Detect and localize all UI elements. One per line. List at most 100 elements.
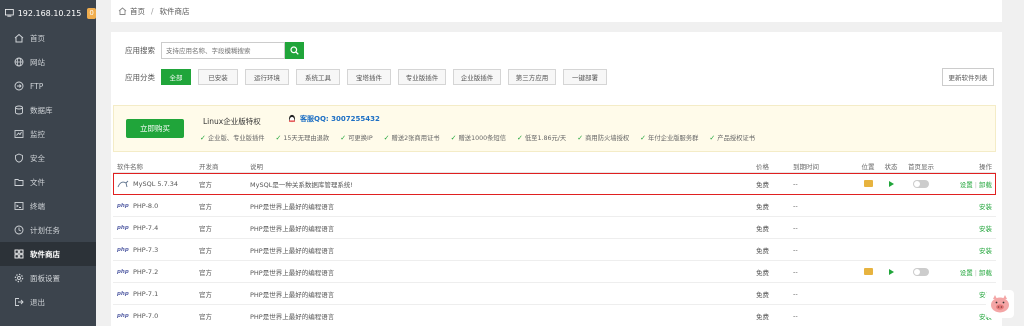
promo-features: ✓ 企业版、专业版插件 ✓ 15天无理由退款 ✓ 可更换IP ✓ 赠送2张商用证书 ✓ 赠送100… — [200, 133, 766, 143]
cell-dev: 官方 — [199, 246, 212, 255]
table-row: phpPHP-7.1官方PHP是世界上最好的编程语言免费--安装 — [113, 283, 996, 305]
search-label: 应用搜索 — [125, 46, 155, 55]
op-primary-link[interactable]: 安装 — [979, 225, 992, 233]
software-name: MySQL 5.7.34 — [133, 179, 179, 188]
promo-feature-text: 低至1.86元/天 — [524, 135, 567, 142]
category-button-1[interactable]: 已安装 — [198, 69, 238, 85]
category-button-2[interactable]: 运行环境 — [245, 69, 289, 85]
cell-price: 免费 — [756, 180, 769, 189]
cell-expire: -- — [793, 267, 798, 276]
sidebar-item-1[interactable]: 网站 — [0, 50, 96, 74]
sidebar-item-11[interactable]: 退出 — [0, 290, 96, 314]
home-icon — [13, 32, 25, 44]
cell-dev: 官方 — [199, 268, 212, 277]
breadcrumb-current: 软件商店 — [159, 6, 190, 16]
folder-icon — [13, 176, 25, 188]
sidebar-item-9[interactable]: 软件商店 — [0, 242, 96, 266]
check-icon: ✓ — [383, 133, 390, 142]
sidebar: 192.168.10.215 0 首页 网站 FTP 数据库 监控 安全 文件 终端 计划任务软… — [0, 0, 96, 326]
breadcrumb: 首页 / 软件商店 — [111, 0, 1002, 22]
search-button[interactable] — [285, 42, 304, 59]
sidebar-item-label: 文件 — [30, 177, 45, 187]
sidebar-item-label: 安全 — [30, 153, 45, 163]
cell-price: 免费 — [756, 202, 769, 211]
op-uninstall-link[interactable]: 卸载 — [979, 269, 992, 277]
breadcrumb-home[interactable]: 首页 — [130, 6, 145, 17]
cell-op: 安装 — [940, 223, 996, 233]
sidebar-item-label: 终端 — [30, 201, 45, 211]
cell-expire: -- — [793, 311, 798, 320]
sidebar-item-label: 首页 — [30, 33, 45, 43]
buy-now-button[interactable]: 立即购买 — [126, 119, 184, 138]
sidebar-item-6[interactable]: 文件 — [0, 170, 96, 194]
php-logo-icon: php — [117, 290, 129, 297]
php-logo-icon: php — [117, 246, 129, 253]
sidebar-item-4[interactable]: 监控 — [0, 122, 96, 146]
op-primary-link[interactable]: 安装 — [979, 247, 992, 255]
cell-price: 免费 — [756, 224, 769, 233]
category-button-7[interactable]: 第三方应用 — [508, 69, 556, 85]
database-icon — [13, 104, 25, 116]
cell-desc: MySQL是一种关系数据库管理系统! — [250, 180, 353, 189]
sidebar-item-7[interactable]: 终端 — [0, 194, 96, 218]
mascot-pig-icon[interactable] — [986, 290, 1014, 318]
op-separator: | — [974, 268, 977, 277]
cell-name: php PHP-8.0 — [113, 202, 199, 210]
promo-feature: ✓ 年付企业版服务群 — [640, 133, 698, 143]
category-button-3[interactable]: 系统工具 — [296, 69, 340, 85]
col-desc: 说明 — [250, 162, 263, 171]
sidebar-item-10[interactable]: 面板设置 — [0, 266, 96, 290]
software-name: PHP-7.0 — [133, 311, 159, 320]
check-icon: ✓ — [709, 133, 716, 142]
col-expire: 到期时间 — [793, 162, 819, 171]
cell-op: 设置 | 卸载 — [940, 267, 996, 277]
op-primary-link[interactable]: 安装 — [979, 203, 992, 211]
promo-feature-text: 赠送2张商用证书 — [391, 135, 440, 142]
search-row: 应用搜索 — [125, 42, 304, 59]
category-button-4[interactable]: 宝塔插件 — [347, 69, 391, 85]
cell-dev: 官方 — [199, 180, 212, 189]
sidebar-item-0[interactable]: 首页 — [0, 26, 96, 50]
table-header: 软件名称 开发商 说明 价格 到期时间 位置 状态 首页显示 操作 — [113, 159, 996, 173]
support-qq[interactable]: 客服QQ: 3007255432 — [287, 114, 380, 124]
op-uninstall-link[interactable]: 卸载 — [979, 181, 992, 189]
cell-name: MySQL 5.7.34 — [113, 179, 199, 189]
update-list-button[interactable]: 更新软件列表 — [942, 68, 994, 86]
sidebar-item-3[interactable]: 数据库 — [0, 98, 96, 122]
home-display-toggle[interactable] — [913, 267, 929, 276]
category-button-6[interactable]: 企业版插件 — [453, 69, 501, 85]
message-badge[interactable]: 0 — [87, 7, 96, 19]
cell-name: php PHP-7.1 — [113, 290, 199, 298]
folder-icon[interactable] — [863, 180, 873, 187]
op-primary-link[interactable]: 设置 — [960, 181, 973, 189]
sidebar-item-label: 软件商店 — [30, 249, 60, 259]
monitor-icon — [13, 128, 25, 140]
home-display-toggle[interactable] — [913, 179, 929, 188]
sidebar-item-2[interactable]: FTP — [0, 74, 96, 98]
home-icon — [118, 7, 127, 15]
store-panel: 应用搜索 应用分类 全部已安装运行环境系统工具宝塔插件专业版插件企业版插件第三方… — [111, 32, 1002, 326]
category-button-8[interactable]: 一键部署 — [563, 69, 607, 85]
category-button-0[interactable]: 全部 — [161, 69, 191, 85]
sidebar-item-5[interactable]: 安全 — [0, 146, 96, 170]
folder-icon[interactable] — [863, 268, 873, 275]
promo-title: Linux企业版特权 — [203, 117, 261, 126]
breadcrumb-separator: / — [151, 6, 154, 16]
cell-position — [856, 268, 880, 275]
enterprise-promo: 立即购买 Linux企业版特权 客服QQ: 3007255432 ✓ 企业版、专业… — [113, 105, 996, 152]
sidebar-item-label: 数据库 — [30, 105, 53, 115]
category-button-5[interactable]: 专业版插件 — [398, 69, 446, 85]
gear-icon — [13, 272, 25, 284]
shield-icon — [13, 152, 25, 164]
check-icon: ✓ — [517, 133, 523, 142]
sidebar-item-8[interactable]: 计划任务 — [0, 218, 96, 242]
ftp-icon — [13, 80, 25, 92]
sidebar-item-label: 退出 — [30, 297, 45, 307]
monitor-icon — [5, 9, 14, 17]
cell-state — [880, 268, 902, 275]
clock-icon — [13, 224, 25, 236]
cell-dev: 官方 — [199, 312, 212, 321]
op-primary-link[interactable]: 设置 — [960, 269, 973, 277]
search-input[interactable] — [161, 42, 285, 59]
check-icon: ✓ — [340, 133, 347, 142]
